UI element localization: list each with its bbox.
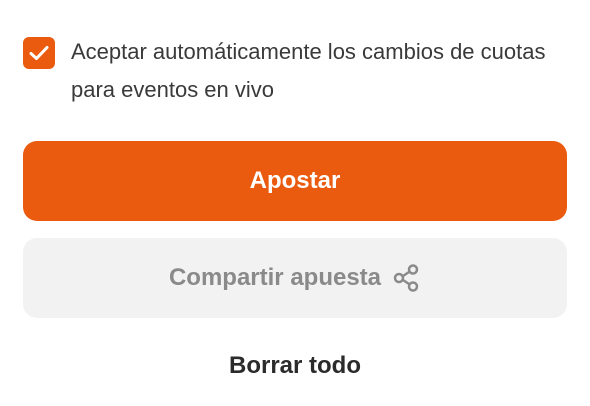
- share-bet-button[interactable]: Compartir apuesta: [23, 238, 567, 318]
- share-icon: [391, 263, 421, 293]
- accept-odds-label: Aceptar automáticamente los cambios de c…: [71, 39, 546, 102]
- checkmark-icon: [29, 46, 49, 60]
- place-bet-label: Apostar: [249, 167, 341, 194]
- share-bet-label: Compartir apuesta: [168, 264, 382, 291]
- bet-slip-actions: Aceptar automáticamente los cambios de c…: [0, 0, 590, 406]
- accept-odds-changes-option[interactable]: Aceptar automáticamente los cambios de c…: [23, 33, 568, 109]
- accept-odds-checkbox[interactable]: [23, 37, 55, 69]
- clear-all-button[interactable]: Borrar todo: [0, 352, 590, 380]
- place-bet-button[interactable]: Apostar: [23, 141, 567, 221]
